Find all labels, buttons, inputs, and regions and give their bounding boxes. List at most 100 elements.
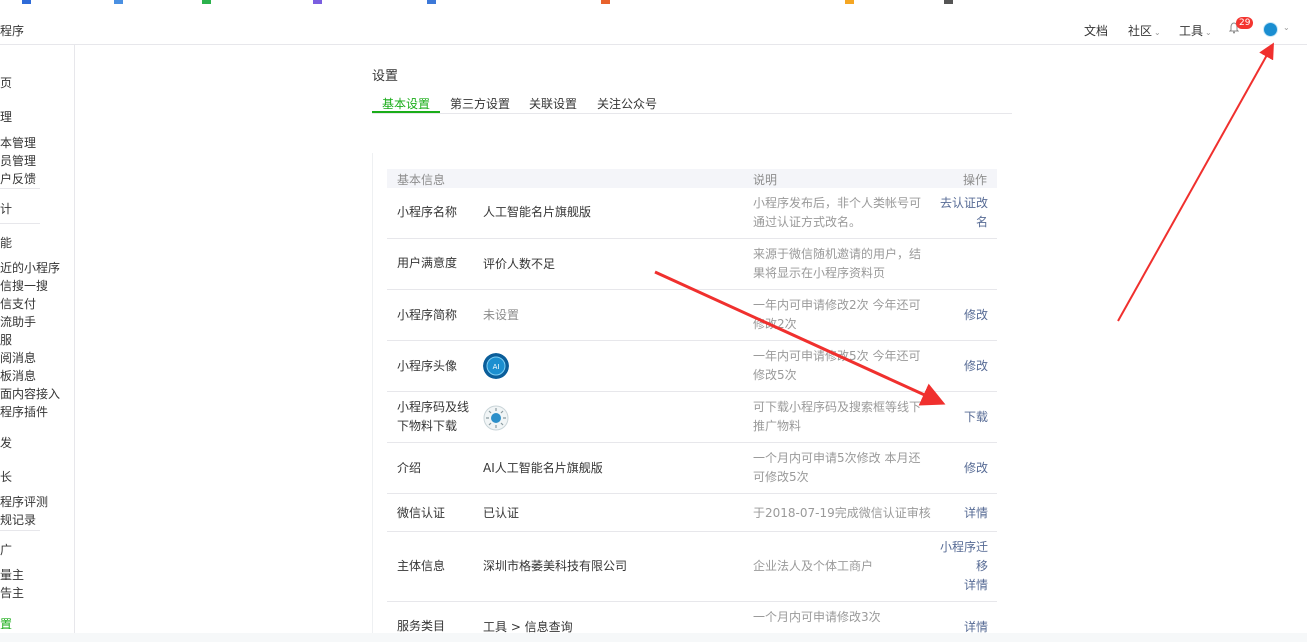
brand-title: 程序 [0,24,25,38]
bookmark-icon[interactable] [427,0,436,4]
nav-tools[interactable]: 工具 ⌄ [1179,22,1212,39]
row-desc: 一个月内可申请5次修改 本月还可修改5次 [753,451,921,484]
row-label: 微信认证 [397,506,446,520]
row-desc: 来源于微信随机邀请的用户，结果将显示在小程序资料页 [753,247,922,280]
sidebar: 页 理 本管理 员管理 户反馈 计 能 近的小程序 信搜一搜 信支付 流助手 服… [0,45,75,633]
rename-via-certification-link[interactable]: 去认证改名 [931,194,988,232]
sidebar-group-growth: 长 [0,470,13,484]
sidebar-item-pay[interactable]: 信支付 [0,295,36,312]
bookmark-icon[interactable] [114,0,123,4]
sidebar-item-feedback[interactable]: 户反馈 [0,170,36,187]
row-value: 工具 > 信息查询 [483,620,573,634]
sidebar-group-ads: 广 [0,543,13,557]
table-row: 服务类目 工具 > 信息查询 一个月内可申请修改3次 详情 [387,602,997,642]
sidebar-item-logistics[interactable]: 流助手 [0,313,36,330]
table-row: 小程序码及线下物料下载 可下载小程序码及搜索框等线下推广物料 下载 [387,392,997,443]
sidebar-item-template[interactable]: 板消息 [0,367,36,384]
chevron-down-icon[interactable]: ⌄ [1283,23,1290,32]
table-row: 小程序简称 未设置 一年内可申请修改2次 今年还可修改2次 修改 [387,290,997,341]
table-row: 主体信息 深圳市格萎美科技有限公司 企业法人及个体工商户 小程序迁移 详情 [387,532,997,602]
tab-basic-settings[interactable]: 基本设置 [382,95,430,112]
top-bar: 程序 文档 社区 ⌄ 工具 ⌄ 29 ⌄ [0,14,1307,45]
tab-third-party[interactable]: 第三方设置 [450,95,510,112]
sidebar-item-version[interactable]: 本管理 [0,134,36,151]
sidebar-divider [0,530,40,531]
migrate-app-link[interactable]: 小程序迁移 [931,538,988,576]
table-row: 用户满意度 评价人数不足 来源于微信随机邀请的用户，结果将显示在小程序资料页 [387,239,997,290]
bookmark-icon[interactable] [22,0,31,4]
table-row: 介绍 AI人工智能名片旗舰版 一个月内可申请5次修改 本月还可修改5次 修改 [387,443,997,494]
chevron-down-icon: ⌄ [1205,28,1212,37]
settings-panel: 基本信息 说明 操作 小程序名称 人工智能名片旗舰版 小程序发布后，非个人类帐号… [372,153,1013,634]
sidebar-item-violations[interactable]: 规记录 [0,511,36,528]
sidebar-item-members[interactable]: 员管理 [0,152,36,169]
certification-details-link[interactable]: 详情 [931,504,988,523]
main-content: 设置 基本设置 第三方设置 关联设置 关注公众号 基本信息 说明 操作 小程序名… [75,45,1307,634]
tab-active-indicator [372,111,440,113]
app-avatar-image: AI [483,353,509,379]
sidebar-item-service[interactable]: 服 [0,331,12,348]
tab-bar: 基本设置 第三方设置 关联设置 关注公众号 [372,92,1012,114]
row-label: 小程序简称 [397,308,458,322]
table-row: 微信认证 已认证 于2018-07-19完成微信认证审核 详情 [387,494,997,532]
sidebar-group-manage: 理 [0,110,13,124]
header-op: 操作 [963,173,988,187]
tab-association[interactable]: 关联设置 [529,95,577,112]
sidebar-item-stats[interactable]: 计 [0,200,12,217]
row-value: 评价人数不足 [483,257,556,271]
sidebar-item-subscribe[interactable]: 阅消息 [0,349,36,366]
tab-follow-account[interactable]: 关注公众号 [597,95,657,112]
row-desc: 一年内可申请修改2次 今年还可修改2次 [753,298,921,331]
category-details-link[interactable]: 详情 [931,618,988,637]
sidebar-item-plugins[interactable]: 程序插件 [0,403,48,420]
nav-community[interactable]: 社区 ⌄ [1128,22,1161,39]
row-value: 深圳市格萎美科技有限公司 [483,559,628,573]
sidebar-group-features: 能 [0,236,13,250]
row-desc: 于2018-07-19完成微信认证审核 [753,506,931,520]
sidebar-item-evaluation[interactable]: 程序评测 [0,493,48,510]
bookmark-icon[interactable] [601,0,610,4]
sidebar-item-traffic-owner[interactable]: 量主 [0,566,24,583]
header-info: 基本信息 [397,173,446,187]
header-desc: 说明 [753,173,778,187]
bookmark-icon[interactable] [313,0,322,4]
row-label: 服务类目 [397,619,446,633]
sidebar-divider [0,223,40,224]
row-label: 主体信息 [397,559,446,573]
sidebar-item-search[interactable]: 信搜一搜 [0,277,48,294]
nav-tools-label: 工具 [1179,24,1204,38]
notification-badge: 29 [1236,17,1254,29]
avatar[interactable] [1263,22,1278,37]
row-desc: 小程序发布后，非个人类帐号可通过认证方式改名。 [753,196,922,229]
sidebar-item-settings[interactable]: 置 [0,615,12,632]
bookmark-icon[interactable] [202,0,211,4]
edit-intro-link[interactable]: 修改 [931,459,988,478]
sidebar-item-home[interactable]: 页 [0,74,12,91]
edit-short-name-link[interactable]: 修改 [931,306,988,325]
row-label: 用户满意度 [397,256,458,270]
sidebar-item-content[interactable]: 面内容接入 [0,385,60,402]
row-value: 人工智能名片旗舰版 [483,205,592,219]
table-header: 基本信息 说明 操作 [387,169,997,188]
row-value: 未设置 [483,308,520,322]
bookmark-icon[interactable] [845,0,854,4]
edit-avatar-link[interactable]: 修改 [931,357,988,376]
row-value: 已认证 [483,506,520,520]
download-code-link[interactable]: 下载 [931,408,988,427]
row-label: 小程序名称 [397,205,458,219]
sidebar-item-nearby[interactable]: 近的小程序 [0,259,60,276]
page-title: 设置 [372,69,399,84]
row-value: AI人工智能名片旗舰版 [483,461,603,475]
sidebar-item-develop[interactable]: 发 [0,434,12,451]
nav-docs[interactable]: 文档 [1084,22,1108,39]
entity-details-link[interactable]: 详情 [931,576,988,595]
nav-docs-label: 文档 [1084,24,1109,38]
table-row: 小程序头像 AI 一年内可申请修改5次 今年还可修改5次 修改 [387,341,997,392]
sidebar-item-advertiser[interactable]: 告主 [0,584,24,601]
bookmarks-bar [0,0,1307,14]
nav-community-label: 社区 [1128,24,1153,38]
row-desc: 可下载小程序码及搜索框等线下推广物料 [753,400,922,433]
row-desc: 一年内可申请修改5次 今年还可修改5次 [753,349,921,382]
bookmark-icon[interactable] [944,0,953,4]
sidebar-divider [0,188,40,189]
